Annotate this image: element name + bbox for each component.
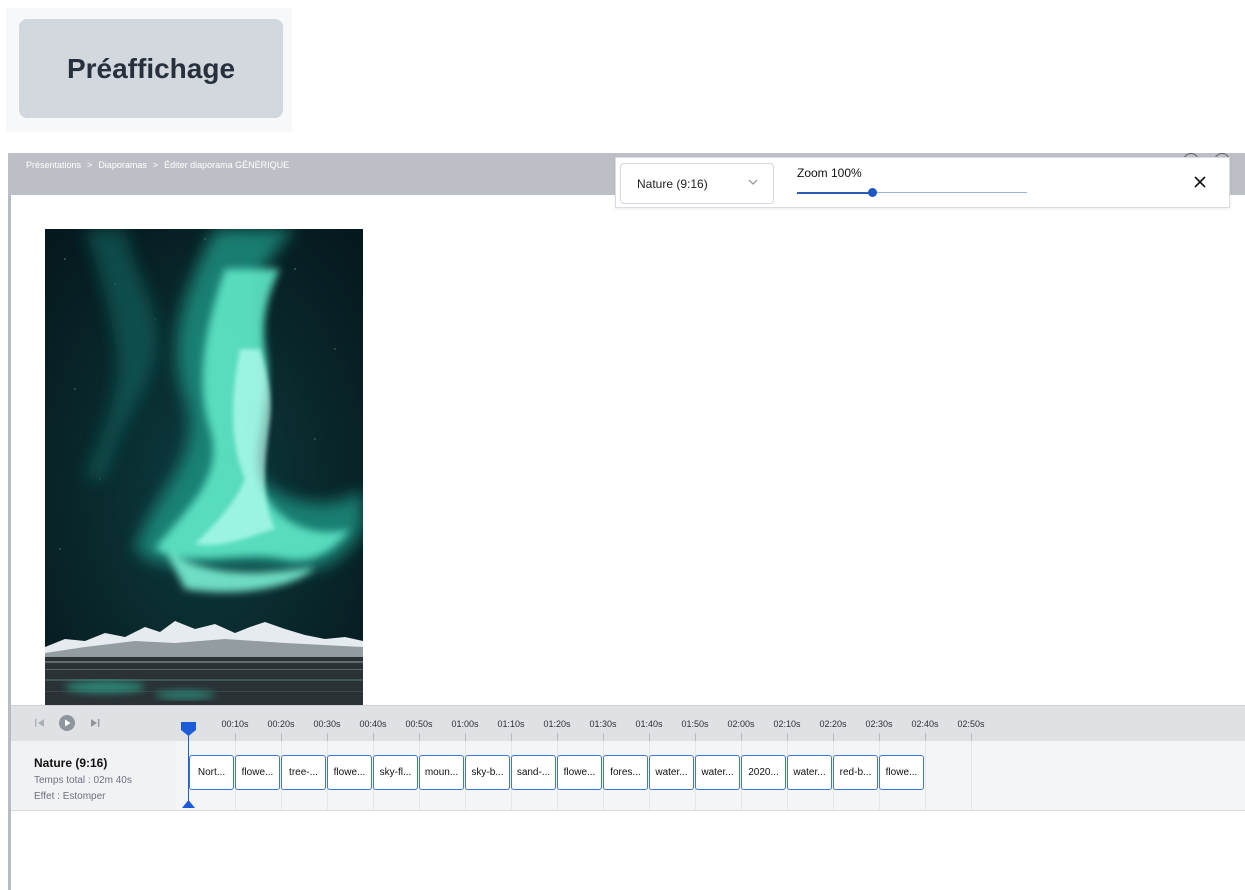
breadcrumb-item-current: Éditer diaporama GÉNÉRIQUE [164,160,290,170]
time-tick-mark [281,733,282,741]
breadcrumb-item-diaporamas[interactable]: Diaporamas [98,160,147,170]
time-tick-mark [419,733,420,741]
timeline-divider [11,810,1245,811]
time-tick-mark [649,733,650,741]
timeline-clip[interactable]: fores... [603,755,648,790]
preview-title-card: Préaffichage [19,19,283,118]
skip-forward-icon[interactable] [85,713,105,733]
timeline-clip[interactable]: water... [695,755,740,790]
timeline-header [11,705,1245,741]
timeline-clip[interactable]: flowe... [879,755,924,790]
time-tick-mark [511,733,512,741]
time-tick-label: 00:50s [405,719,433,729]
time-tick-mark [327,733,328,741]
breadcrumb-separator: > [152,160,159,170]
time-tick-label: 00:40s [359,719,387,729]
time-tick-mark [741,733,742,741]
time-grid-line [925,741,926,810]
time-tick-label: 02:40s [911,719,939,729]
time-tick-label: 00:30s [313,719,341,729]
time-grid-line [971,741,972,810]
time-tick-mark [833,733,834,741]
time-tick-mark [603,733,604,741]
playhead-marker-icon [182,800,195,808]
timeline-clip[interactable]: tree-... [281,755,326,790]
timeline-clip[interactable]: 2020... [741,755,786,790]
close-icon[interactable] [1190,172,1210,192]
track-total-time: Temps total : 02m 40s [34,775,132,786]
playhead-line [188,724,189,804]
skip-back-icon[interactable] [30,713,50,733]
track-effect: Effet : Estomper [34,791,106,802]
time-tick-label: 02:10s [773,719,801,729]
breadcrumb: Présentations > Diaporamas > Éditer diap… [26,160,289,170]
time-tick-mark [879,733,880,741]
time-tick-mark [695,733,696,741]
time-tick-label: 00:20s [267,719,295,729]
time-tick-mark [235,733,236,741]
time-tick-mark [787,733,788,741]
playhead-handle-icon[interactable] [181,722,196,736]
time-tick-label: 00:10s [221,719,249,729]
breadcrumb-separator: > [87,160,93,170]
format-select-value: Nature (9:16) [637,176,708,191]
time-tick-mark [925,733,926,741]
time-tick-mark [373,733,374,741]
time-tick-label: 02:00s [727,719,755,729]
zoom-slider-fill [797,191,873,194]
time-tick-label: 02:50s [957,719,985,729]
time-tick-label: 01:20s [543,719,571,729]
preview-image [45,229,363,705]
timeline-clip[interactable]: moun... [419,755,464,790]
time-tick-label: 01:30s [589,719,617,729]
timeline-clip[interactable]: Nort... [189,755,234,790]
time-tick-label: 02:30s [865,719,893,729]
time-tick-label: 01:00s [451,719,479,729]
timeline-clip[interactable]: water... [649,755,694,790]
time-tick-mark [465,733,466,741]
zoom-label: Zoom 100% [797,166,862,180]
timeline-clip[interactable]: sky-b... [465,755,510,790]
timeline-clip[interactable]: flowe... [235,755,280,790]
time-tick-label: 01:10s [497,719,525,729]
time-tick-label: 01:50s [681,719,709,729]
time-tick-label: 02:20s [819,719,847,729]
track-name: Nature (9:16) [34,756,108,770]
timeline-clip[interactable]: flowe... [557,755,602,790]
play-icon[interactable] [57,713,77,733]
timeline-clip[interactable]: sky-fl... [373,755,418,790]
timeline-clip[interactable]: flowe... [327,755,372,790]
chevron-down-icon [748,179,758,185]
breadcrumb-item-presentations[interactable]: Présentations [26,160,81,170]
timeline-clip[interactable]: red-b... [833,755,878,790]
time-tick-label: 01:40s [635,719,663,729]
time-tick-mark [557,733,558,741]
time-tick-mark [971,733,972,741]
timeline-clip[interactable]: sand-... [511,755,556,790]
timeline-clip[interactable]: water... [787,755,832,790]
